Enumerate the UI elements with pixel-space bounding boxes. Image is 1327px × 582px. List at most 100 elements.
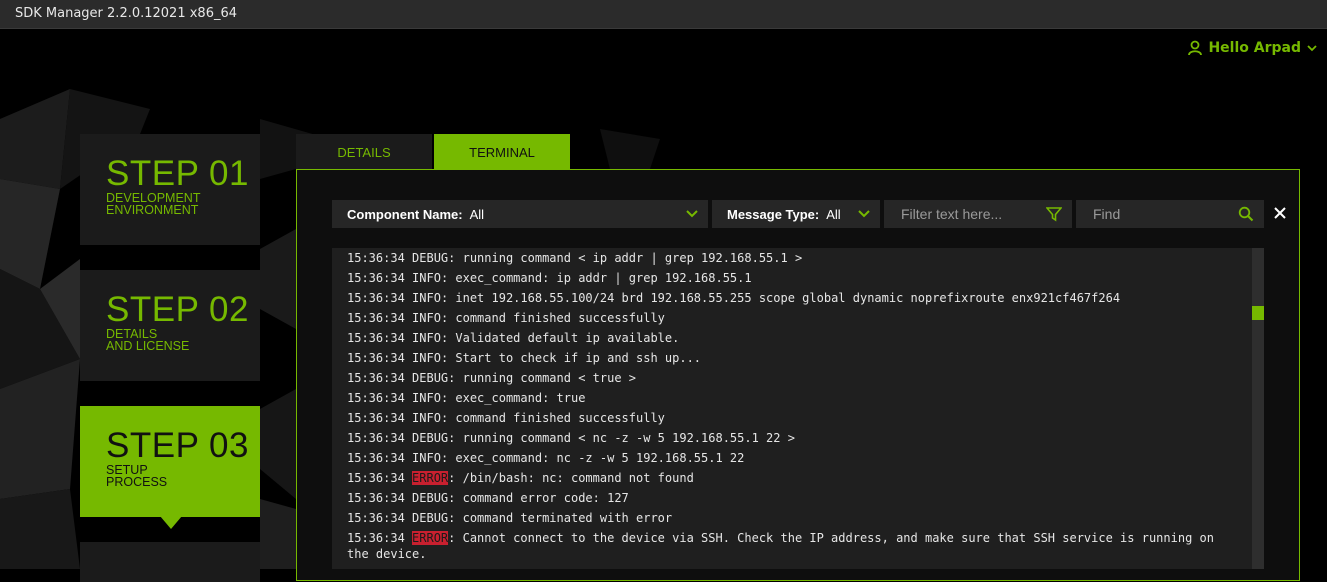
step-01-card[interactable]: STEP 01 DEVELOPMENT ENVIRONMENT	[80, 134, 260, 245]
log-line: 15:36:34 INFO: Start to check if ip and …	[332, 348, 1252, 368]
log-message: : command finished successfully	[440, 311, 665, 325]
log-scrollbar[interactable]	[1252, 248, 1264, 569]
log-message: : command error code: 127	[448, 491, 629, 505]
filter-text-input[interactable]: Filter text here...	[884, 200, 1072, 228]
log-level: INFO	[412, 271, 441, 285]
chevron-down-icon	[686, 210, 698, 218]
log-level: INFO	[412, 351, 441, 365]
step-description-line2: AND LICENSE	[106, 339, 190, 353]
log-timestamp: 15:36:34	[347, 391, 405, 405]
log-line: 15:36:34 INFO: command finished successf…	[332, 408, 1252, 428]
log-timestamp: 15:36:34	[347, 451, 405, 465]
log-level: DEBUG	[412, 371, 449, 385]
log-message: : command terminated with error	[448, 511, 673, 525]
log-level: INFO	[412, 311, 441, 325]
log-timestamp: 15:36:34	[347, 351, 405, 365]
log-message: : exec_command: true	[440, 391, 586, 405]
log-level: ERROR	[412, 531, 449, 545]
log-message: : running command < nc -z -w 5 192.168.5…	[448, 431, 795, 445]
chevron-down-icon	[858, 210, 870, 218]
chevron-down-icon	[1307, 45, 1317, 52]
component-name-label: Component Name:	[347, 206, 463, 222]
log-timestamp: 15:36:34	[347, 271, 405, 285]
log-level: INFO	[412, 291, 441, 305]
log-line: 15:36:34 DEBUG: running command < nc -z …	[332, 428, 1252, 448]
log-line: 15:36:34 INFO: exec_command: nc -z -w 5 …	[332, 448, 1252, 468]
log-level: DEBUG	[412, 251, 449, 265]
log-line: 15:36:34 INFO: exec_command: true	[332, 388, 1252, 408]
step-description: DEVELOPMENT ENVIRONMENT	[106, 192, 256, 217]
log-message: : command finished successfully	[440, 411, 665, 425]
log-timestamp: 15:36:34	[347, 251, 405, 265]
log-line: 15:36:34 DEBUG: running command < true >	[332, 368, 1252, 388]
log-timestamp: 15:36:34	[347, 531, 405, 545]
step-02-card[interactable]: STEP 02 DETAILS AND LICENSE	[80, 270, 260, 381]
log-timestamp: 15:36:34	[347, 371, 405, 385]
log-timestamp: 15:36:34	[347, 291, 405, 305]
log-message: : exec_command: nc -z -w 5 192.168.55.1 …	[440, 451, 745, 465]
log-scrollbar-thumb[interactable]	[1252, 306, 1264, 320]
log-message: : exec_command: ip addr | grep 192.168.5…	[440, 271, 752, 285]
log-line: 15:36:34 INFO: Validated default ip avai…	[332, 328, 1252, 348]
log-line: 15:36:34 INFO: inet 192.168.55.100/24 br…	[332, 288, 1252, 308]
component-name-value: All	[469, 206, 485, 222]
log-timestamp: 15:36:34	[347, 491, 405, 505]
step-number: STEP 02	[106, 290, 249, 329]
step-description: DETAILS AND LICENSE	[106, 328, 256, 353]
close-icon[interactable]	[1272, 205, 1288, 221]
terminal-log[interactable]: 15:36:34 DEBUG: running command < ip add…	[332, 248, 1252, 569]
log-line: 15:36:34 DEBUG: running command < ip add…	[332, 248, 1252, 268]
log-timestamp: 15:36:34	[347, 471, 405, 485]
log-line: 15:36:34 INFO: exec_command: ip addr | g…	[332, 268, 1252, 288]
filter-icon[interactable]	[1046, 206, 1062, 222]
log-timestamp: 15:36:34	[347, 411, 405, 425]
step-number: STEP 01	[106, 154, 249, 193]
log-message: : /bin/bash: nc: command not found	[448, 471, 694, 485]
log-level: DEBUG	[412, 491, 449, 505]
log-timestamp: 15:36:34	[347, 511, 405, 525]
user-greeting: Hello Arpad	[1208, 40, 1301, 56]
step-number: STEP 03	[106, 426, 249, 465]
message-type-value: All	[826, 206, 841, 222]
log-message: : running command < true >	[448, 371, 636, 385]
log-level: ERROR	[412, 471, 449, 485]
filter-text-placeholder: Filter text here...	[901, 206, 1003, 222]
title-bar: SDK Manager 2.2.0.12021 x86_64	[0, 0, 1327, 29]
log-line: 15:36:34 DEBUG: command error code: 127	[332, 488, 1252, 508]
active-step-pointer	[160, 516, 182, 529]
log-timestamp: 15:36:34	[347, 311, 405, 325]
step-description: SETUP PROCESS	[106, 464, 256, 489]
log-level: INFO	[412, 411, 441, 425]
log-message: : Validated default ip available.	[440, 331, 680, 345]
search-icon[interactable]	[1238, 206, 1254, 222]
step-03-card[interactable]: STEP 03 SETUP PROCESS	[80, 406, 260, 517]
log-line: 15:36:34 ERROR: /bin/bash: nc: command n…	[332, 468, 1252, 488]
user-icon	[1188, 40, 1203, 56]
log-line: 15:36:34 DEBUG: command terminated with …	[332, 508, 1252, 528]
log-level: INFO	[412, 331, 441, 345]
log-message: : Start to check if ip and ssh up...	[440, 351, 702, 365]
log-level: DEBUG	[412, 511, 449, 525]
tab-details[interactable]: DETAILS	[296, 134, 432, 170]
log-level: DEBUG	[412, 431, 449, 445]
find-placeholder: Find	[1093, 206, 1121, 222]
log-message: : Cannot connect to the device via SSH. …	[347, 531, 1222, 561]
window-title: SDK Manager 2.2.0.12021 x86_64	[15, 6, 238, 21]
log-level: INFO	[412, 451, 441, 465]
log-line: 15:36:34 INFO: command finished successf…	[332, 308, 1252, 328]
log-message: : inet 192.168.55.100/24 brd 192.168.55.…	[440, 291, 1121, 305]
log-timestamp: 15:36:34	[347, 331, 405, 345]
user-menu[interactable]: Hello Arpad	[1188, 40, 1317, 56]
tab-terminal[interactable]: TERMINAL	[434, 134, 570, 170]
find-input[interactable]: Find	[1076, 200, 1264, 228]
message-type-label: Message Type:	[727, 206, 820, 222]
step-description-line2: PROCESS	[106, 475, 168, 489]
step-04-card[interactable]	[80, 542, 260, 582]
log-line: 15:36:34 ERROR: Cannot connect to the de…	[332, 528, 1242, 562]
log-message: : running command < ip addr | grep 192.1…	[448, 251, 803, 265]
component-name-dropdown[interactable]: Component Name: All	[332, 200, 708, 228]
message-type-dropdown[interactable]: Message Type: All	[712, 200, 880, 228]
step-description-line2: ENVIRONMENT	[106, 203, 199, 217]
log-timestamp: 15:36:34	[347, 431, 405, 445]
log-level: INFO	[412, 391, 441, 405]
